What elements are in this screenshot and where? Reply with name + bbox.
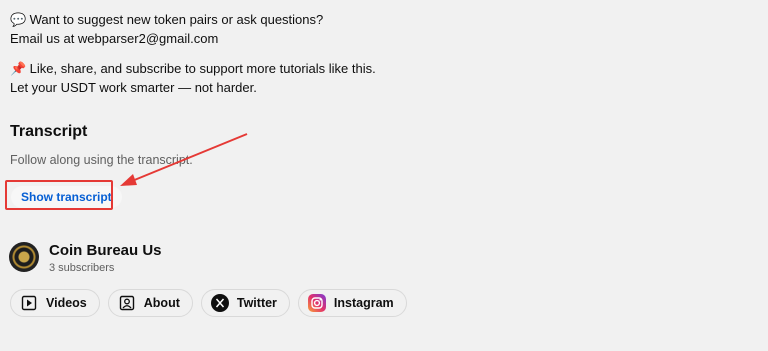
profile-card-icon — [118, 294, 136, 312]
video-description: 💬 Want to suggest new token pairs or ask… — [10, 10, 376, 97]
transcript-subtitle: Follow along using the transcript. — [10, 153, 193, 167]
play-icon — [20, 294, 38, 312]
instagram-label: Instagram — [333, 296, 394, 310]
about-link-button[interactable]: About — [107, 289, 193, 317]
description-line: 📌 Like, share, and subscribe to support … — [10, 59, 376, 78]
twitter-label: Twitter — [236, 296, 277, 310]
instagram-logo-icon — [307, 294, 326, 312]
description-line: Email us at webparser2@gmail.com — [10, 31, 219, 46]
speech-bubble-icon: 💬 — [10, 12, 27, 27]
description-line: Let your USDT work smarter — not harder. — [10, 80, 257, 95]
videos-label: Videos — [46, 296, 87, 310]
channel-subscriber-count: 3 subscribers — [49, 262, 115, 274]
highlight-annotation-box — [5, 180, 113, 210]
channel-name[interactable]: Coin Bureau Us — [49, 242, 162, 259]
about-label: About — [143, 296, 180, 310]
description-text: Like, share, and subscribe to support mo… — [29, 61, 376, 76]
channel-avatar[interactable] — [9, 242, 39, 272]
videos-link-button[interactable]: Videos — [10, 289, 100, 317]
twitter-link-button[interactable]: Twitter — [200, 289, 290, 317]
channel-links: Videos About Twitter Instagram — [10, 289, 407, 317]
pushpin-icon: 📌 — [10, 61, 27, 76]
instagram-link-button[interactable]: Instagram — [297, 289, 407, 317]
x-logo-icon — [210, 294, 229, 312]
transcript-heading: Transcript — [10, 123, 88, 140]
description-line: 💬 Want to suggest new token pairs or ask… — [10, 10, 376, 29]
description-text: Want to suggest new token pairs or ask q… — [29, 12, 324, 27]
